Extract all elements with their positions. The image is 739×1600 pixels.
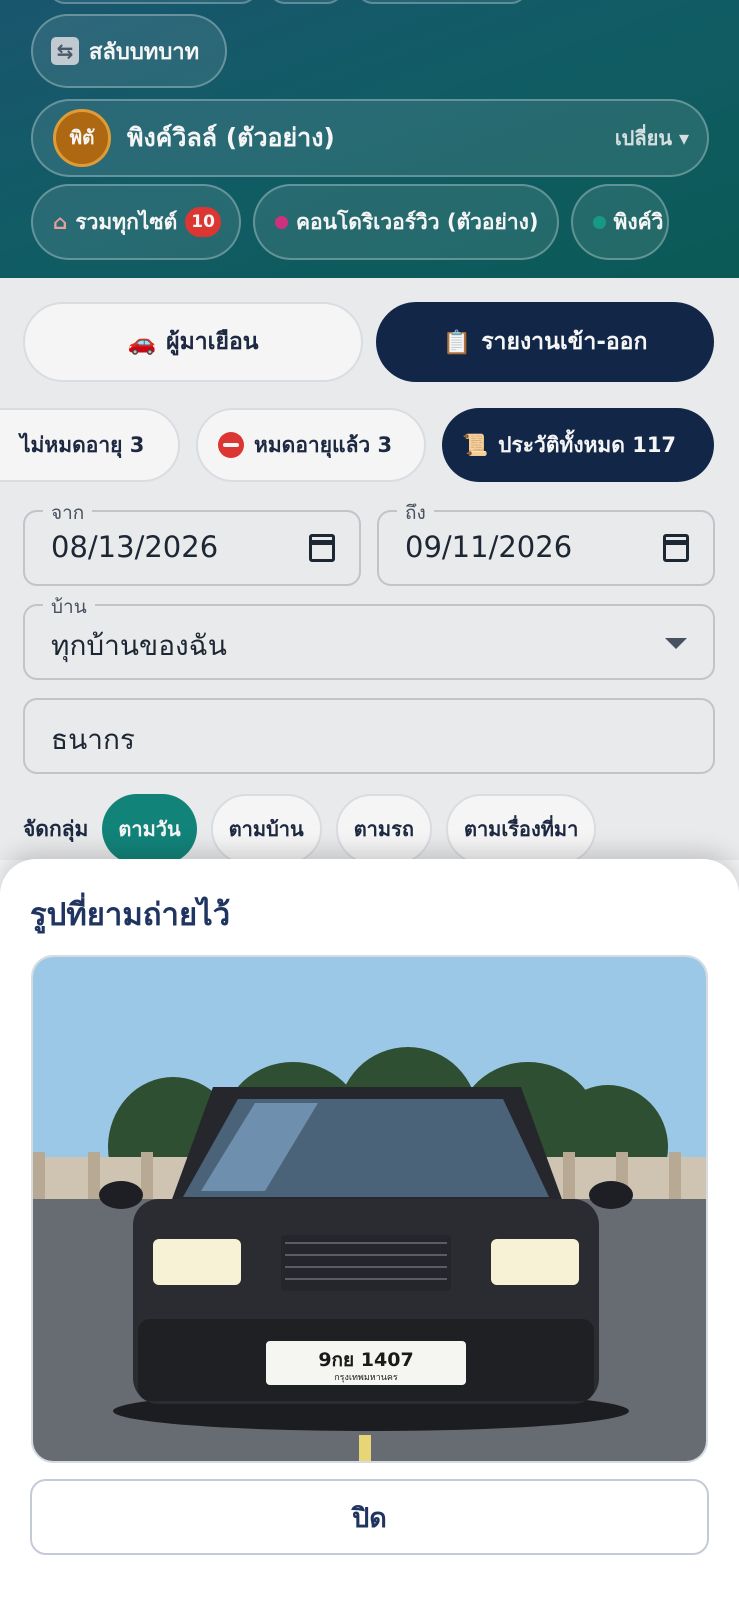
- group-by-day[interactable]: ตามวัน: [102, 794, 197, 864]
- close-button[interactable]: ปิด: [30, 1479, 709, 1555]
- house-select-value: ทุกบ้านของฉัน: [51, 629, 227, 662]
- date-to-field[interactable]: ถึง 09/11/2026: [377, 498, 715, 586]
- car-photo-illustration: 9กย 1407 กรุงเทพมหานคร: [33, 957, 706, 1461]
- swap-icon: ⇆: [51, 37, 79, 65]
- count-badge: 10: [185, 207, 221, 237]
- tab-visitors[interactable]: 🚗 ผู้มาเยือน: [23, 302, 363, 382]
- switch-role-label: สลับบทบาท: [89, 39, 200, 65]
- switch-role-button[interactable]: ⇆ สลับบทบาท: [31, 14, 227, 88]
- filter-not-expired[interactable]: ไม่หมดอายุ 3: [0, 408, 180, 482]
- date-from-value: 08/13/2026: [51, 530, 219, 564]
- house-select-label: บ้าน: [43, 592, 95, 622]
- group-by-row: จัดกลุ่ม ตามวัน ตามบ้าน ตามรถ ตามเรื่องท…: [23, 794, 597, 864]
- no-entry-icon: [218, 432, 244, 458]
- group-by-house[interactable]: ตามบ้าน: [210, 794, 322, 864]
- color-dot-icon: [274, 215, 288, 229]
- change-site-label: เปลี่ยน ▾: [614, 126, 689, 150]
- site-name: พิงค์วิลล์ (ตัวอย่าง): [127, 123, 335, 152]
- site-chip-label: รวมทุกไซต์: [75, 209, 178, 234]
- scroll-icon: 📜: [462, 432, 489, 457]
- guard-photo: 9กย 1407 กรุงเทพมหานคร: [31, 955, 708, 1463]
- group-by-car[interactable]: ตามรถ: [335, 794, 432, 864]
- date-from-field[interactable]: จาก 08/13/2026: [23, 498, 361, 586]
- tab-label: ผู้มาเยือน: [166, 329, 259, 355]
- clipboard-icon: 📋: [442, 329, 472, 356]
- search-field[interactable]: ธนากร: [23, 698, 715, 774]
- filter-label: ไม่หมดอายุ 3: [20, 432, 145, 457]
- color-dot-icon: [592, 215, 606, 229]
- date-to-value: 09/11/2026: [405, 530, 573, 564]
- filter-label: ประวัติทั้งหมด 117: [498, 432, 677, 457]
- plate-province: กรุงเทพมหานคร: [334, 1373, 398, 1383]
- site-avatar: พิตั: [53, 109, 111, 167]
- group-by-reason[interactable]: ตามเรื่องที่มา: [445, 794, 597, 864]
- site-chip-condo[interactable]: คอนโดริเวอร์วิว (ตัวอย่าง): [252, 184, 559, 260]
- header-top-pill[interactable]: [356, 0, 528, 4]
- house-select[interactable]: บ้าน ทุกบ้านของฉัน: [23, 592, 715, 680]
- site-chip-all[interactable]: ⌂ รวมทุกไซต์ 10: [31, 184, 241, 260]
- status-filter-row: ไม่หมดอายุ 3 หมดอายุแล้ว 3 📜 ประวัติทั้ง…: [0, 408, 739, 484]
- site-chip-pinkville[interactable]: พิงค์วิ: [570, 184, 670, 260]
- tab-report[interactable]: 📋 รายงานเข้า-ออก: [376, 302, 714, 382]
- sheet-title: รูปที่ยามถ่ายไว้: [30, 897, 231, 933]
- header-top-pill[interactable]: [48, 0, 258, 4]
- calendar-icon[interactable]: [663, 534, 689, 562]
- site-chip-label: พิงค์วิ: [613, 209, 664, 234]
- group-by-label: จัดกลุ่ม: [23, 816, 89, 841]
- filter-label: หมดอายุแล้ว 3: [254, 432, 393, 457]
- tab-label: รายงานเข้า-ออก: [481, 329, 648, 355]
- date-to-label: ถึง: [397, 498, 434, 528]
- filter-all-history[interactable]: 📜 ประวัติทั้งหมด 117: [442, 408, 714, 482]
- calendar-icon[interactable]: [309, 534, 335, 562]
- site-chip-label: คอนโดริเวอร์วิว (ตัวอย่าง): [295, 209, 539, 234]
- header-top-pill[interactable]: [268, 0, 344, 4]
- chevron-down-icon: [665, 638, 687, 649]
- site-selector[interactable]: พิตั พิงค์วิลล์ (ตัวอย่าง) เปลี่ยน ▾: [31, 99, 709, 177]
- search-value: ธนากร: [51, 723, 135, 756]
- date-from-label: จาก: [43, 498, 93, 528]
- photo-sheet: รูปที่ยามถ่ายไว้ 9กย 1407 กรุงเทพมหานคร …: [0, 859, 739, 1600]
- car-icon: 🚗: [127, 329, 157, 356]
- main-content: 🚗 ผู้มาเยือน 📋 รายงานเข้า-ออก ไม่หมดอายุ…: [0, 278, 739, 864]
- houses-icon: ⌂: [53, 210, 68, 234]
- site-header: ⇆ สลับบทบาท พิตั พิงค์วิลล์ (ตัวอย่าง) เ…: [0, 0, 739, 278]
- plate-number: 9กย 1407: [318, 1349, 413, 1371]
- filter-expired[interactable]: หมดอายุแล้ว 3: [196, 408, 426, 482]
- site-chip-row: ⌂ รวมทุกไซต์ 10 คอนโดริเวอร์วิว (ตัวอย่า…: [31, 184, 670, 260]
